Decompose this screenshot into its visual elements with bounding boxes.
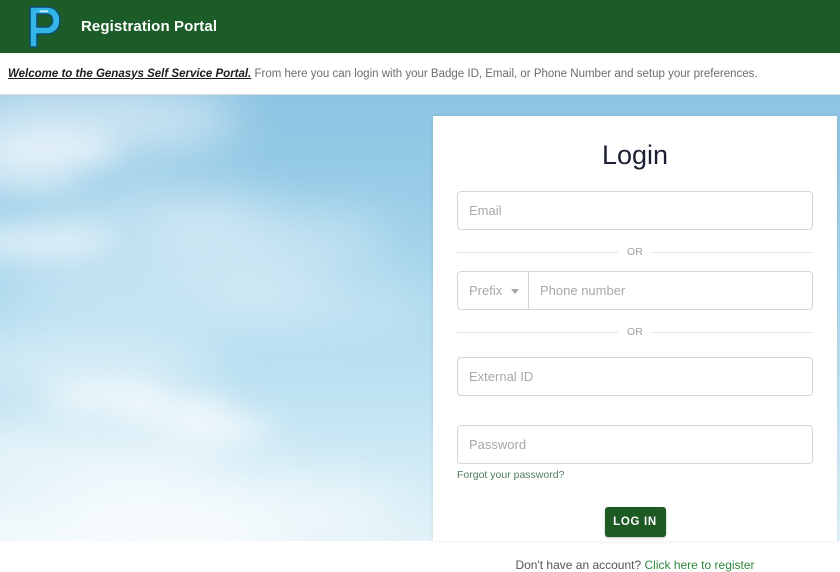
welcome-text: Welcome to the Genasys Self Service Port…	[8, 67, 758, 81]
external-id-field-wrapper	[457, 357, 813, 396]
register-link[interactable]: Click here to register	[645, 558, 755, 572]
email-field-wrapper	[457, 191, 813, 230]
login-card: Login OR Prefix OR Forgot your password?…	[433, 116, 837, 572]
welcome-headline: Welcome to the Genasys Self Service Port…	[8, 67, 252, 80]
divider-or-1: OR	[457, 246, 814, 258]
phone-number-input[interactable]	[529, 271, 813, 310]
phone-field-wrapper: Prefix	[457, 271, 813, 310]
phone-prefix-label: Prefix	[469, 283, 503, 298]
email-input[interactable]	[457, 191, 813, 230]
divider-or-label: OR	[626, 246, 644, 258]
letter-p-logo-icon	[29, 5, 61, 48]
app-title: Registration Portal	[81, 18, 218, 35]
register-prompt-row: Don't have an account? Click here to reg…	[457, 558, 813, 572]
divider-rule-right	[652, 251, 814, 253]
phone-prefix-select[interactable]: Prefix	[457, 271, 529, 310]
password-field-wrapper	[457, 425, 813, 464]
register-prompt-text: Don't have an account?	[515, 558, 645, 572]
divider-or-2: OR	[457, 326, 814, 338]
forgot-password-link[interactable]: Forgot your password?	[457, 469, 564, 481]
divider-rule-left	[457, 251, 618, 253]
log-in-button[interactable]: LOG IN	[604, 507, 666, 537]
divider-rule-right	[652, 331, 814, 333]
login-button-row: LOG IN	[457, 507, 813, 537]
welcome-description: From here you can login with your Badge …	[251, 67, 758, 80]
external-id-input[interactable]	[457, 357, 813, 396]
divider-rule-left	[457, 331, 618, 333]
chevron-down-icon	[511, 289, 519, 294]
login-title: Login	[601, 140, 669, 170]
welcome-banner: Welcome to the Genasys Self Service Port…	[0, 53, 840, 95]
app-header-bar: Registration Portal	[0, 0, 840, 53]
divider-or-label: OR	[626, 326, 644, 338]
password-input[interactable]	[457, 425, 813, 464]
